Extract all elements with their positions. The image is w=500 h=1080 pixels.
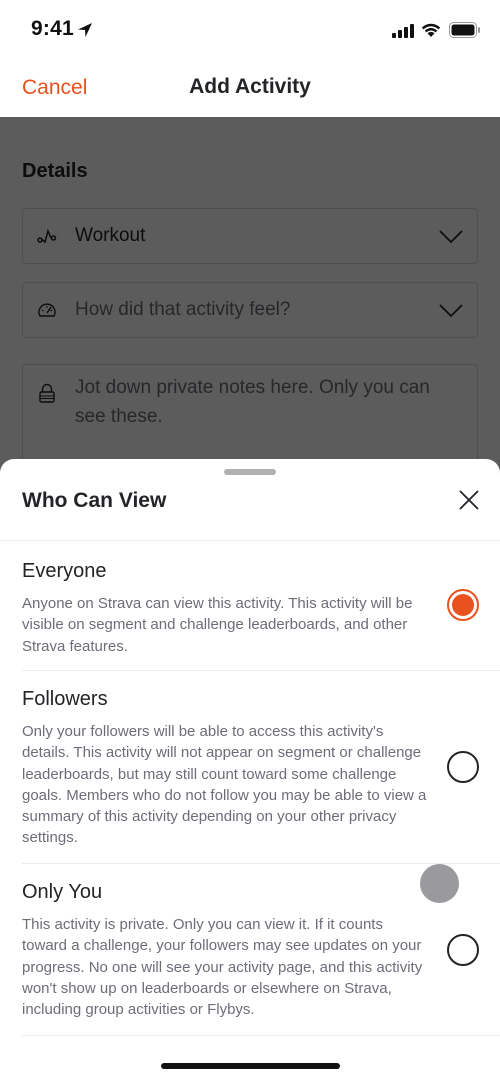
battery-icon — [449, 22, 480, 38]
option-title: Everyone — [22, 560, 107, 582]
wifi-icon — [421, 23, 441, 37]
status-time: 9:41 — [31, 17, 74, 40]
visibility-option-followers[interactable]: Followers Only your followers will be ab… — [0, 671, 500, 863]
touch-indicator — [420, 864, 459, 903]
page-title: Add Activity — [189, 75, 311, 98]
cellular-signal-icon — [392, 24, 414, 38]
radio-followers[interactable] — [447, 751, 479, 783]
option-title: Only You — [22, 881, 103, 903]
sheet-title: Who Can View — [22, 489, 167, 512]
option-title: Followers — [22, 688, 108, 710]
option-description: Only your followers will be able to acce… — [22, 723, 427, 847]
visibility-option-everyone[interactable]: Everyone Anyone on Strava can view this … — [0, 541, 500, 670]
close-icon[interactable] — [458, 489, 480, 511]
who-can-view-sheet: Who Can View Everyone Anyone on Strava c… — [0, 459, 500, 1080]
location-arrow-icon — [78, 23, 92, 37]
nav-bar: Cancel Add Activity — [0, 60, 500, 117]
home-indicator[interactable] — [161, 1063, 340, 1069]
divider — [22, 1035, 500, 1036]
sheet-grabber[interactable] — [224, 469, 276, 475]
status-bar: 9:41 — [0, 0, 500, 60]
option-description: This activity is private. Only you can v… — [22, 916, 423, 1019]
radio-only-you[interactable] — [447, 934, 479, 966]
option-description: Anyone on Strava can view this activity.… — [22, 595, 413, 655]
radio-everyone[interactable] — [447, 589, 479, 621]
